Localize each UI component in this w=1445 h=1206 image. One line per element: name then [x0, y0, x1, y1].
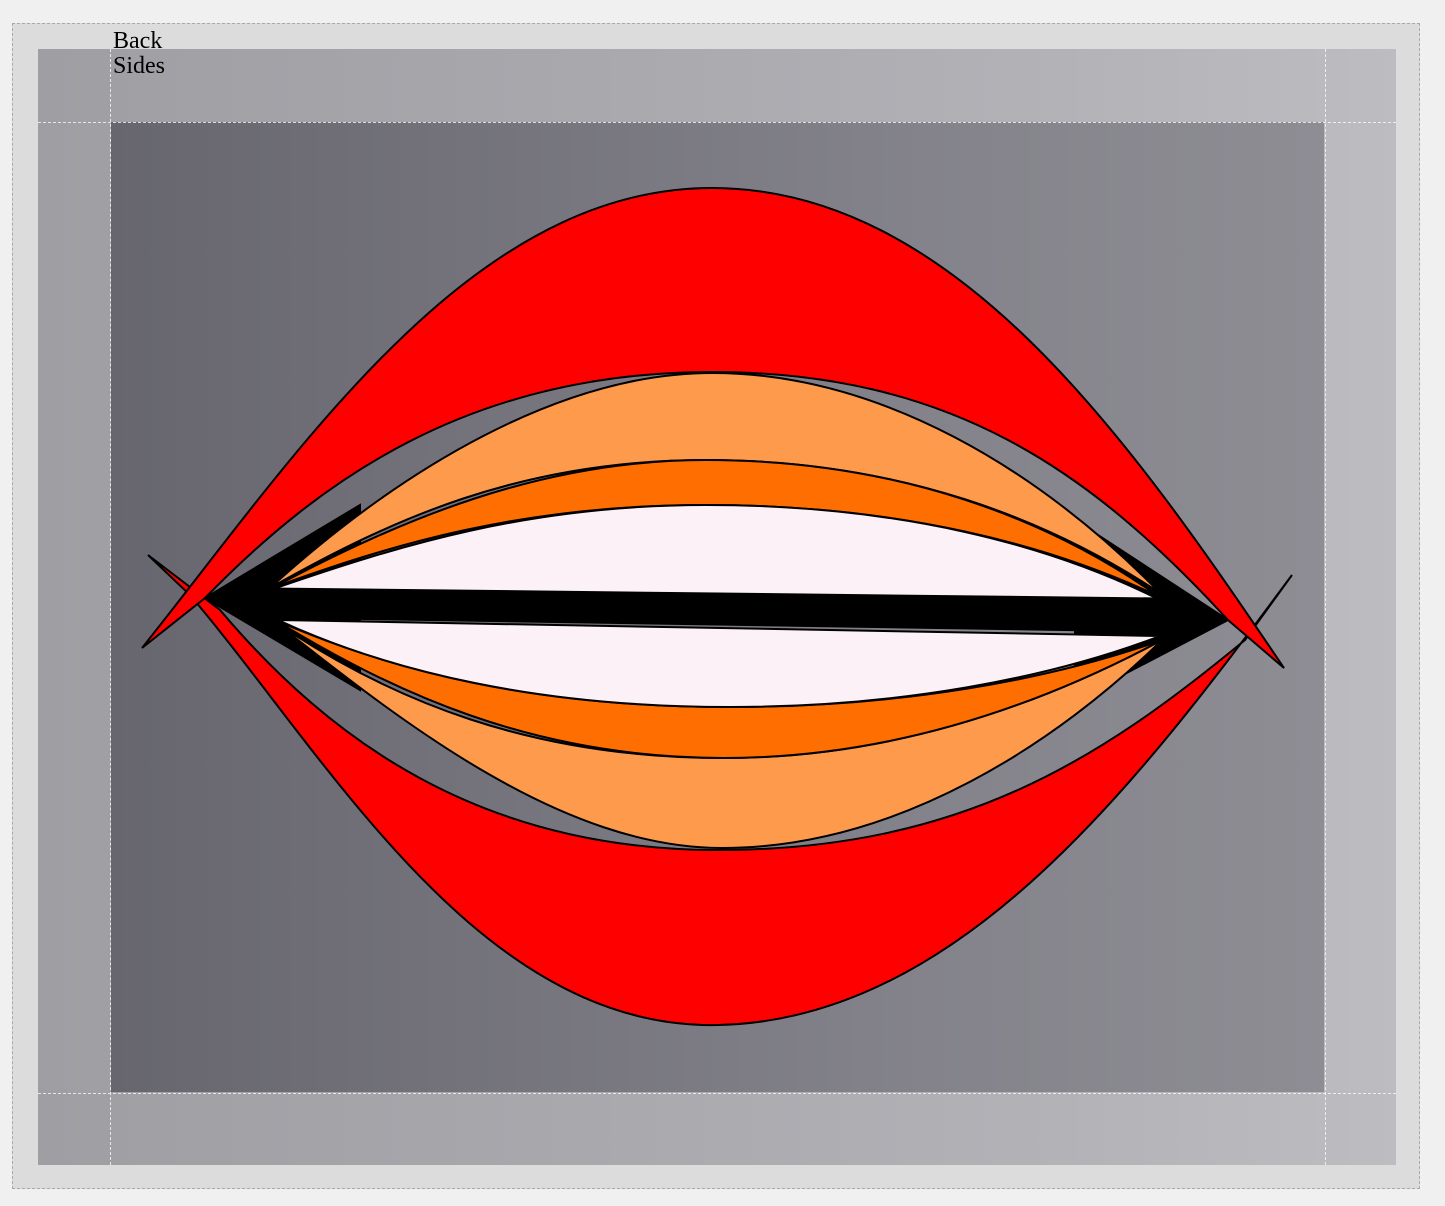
lips-illustration	[141, 186, 1293, 1027]
canvas-stage: Back Sides	[0, 0, 1445, 1206]
